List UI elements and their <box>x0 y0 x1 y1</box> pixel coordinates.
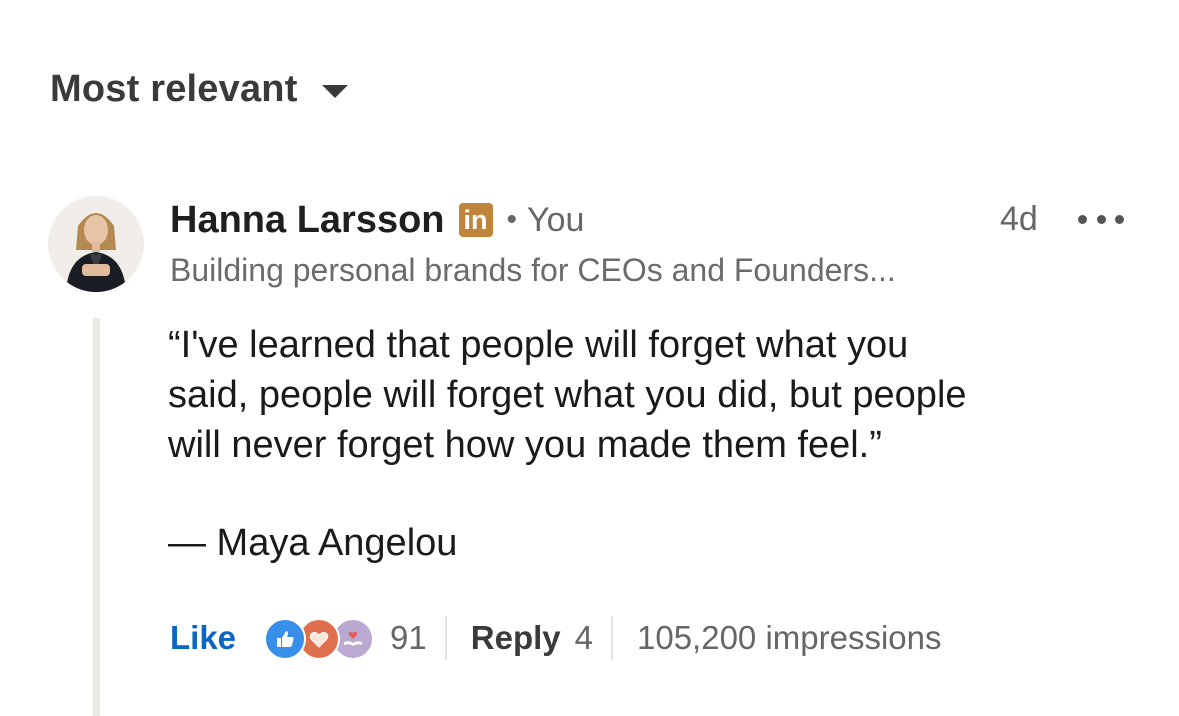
more-options-button[interactable] <box>1078 212 1124 226</box>
sort-label: Most relevant <box>50 68 298 110</box>
avatar[interactable] <box>48 196 144 292</box>
timestamp: 4d <box>1000 200 1038 238</box>
comment-text: “I've learned that people will forget wh… <box>168 324 967 466</box>
more-options-icon <box>1078 214 1087 224</box>
relation-label: You <box>527 200 585 239</box>
reply-button[interactable]: Reply <box>471 619 561 657</box>
sort-dropdown[interactable]: Most relevant <box>50 68 348 111</box>
comments-section: Most relevant Hanna Larsson in • You 4d … <box>0 0 1179 716</box>
profile-photo <box>48 196 144 292</box>
thread-line <box>93 318 100 716</box>
author-name[interactable]: Hanna Larsson <box>170 199 445 242</box>
caret-down-icon <box>321 85 348 98</box>
linkedin-premium-icon: in <box>458 203 493 237</box>
comment-header: Hanna Larsson in • You <box>170 196 584 244</box>
divider <box>444 616 447 660</box>
reply-count[interactable]: 4 <box>575 619 593 657</box>
quote-attribution: — Maya Angelou <box>168 522 458 564</box>
reaction-count[interactable]: 91 <box>390 619 427 657</box>
author-headline: Building personal brands for CEOs and Fo… <box>170 252 896 288</box>
like-button[interactable]: Like <box>170 619 236 657</box>
comment-actions: Like 91 Reply 4 105,200 impressions <box>170 612 942 664</box>
impressions-count: 105,200 impressions <box>637 619 942 656</box>
divider <box>611 616 613 660</box>
separator: • <box>506 203 518 236</box>
like-reaction-icon <box>264 618 307 660</box>
reaction-icons[interactable] <box>264 616 376 660</box>
